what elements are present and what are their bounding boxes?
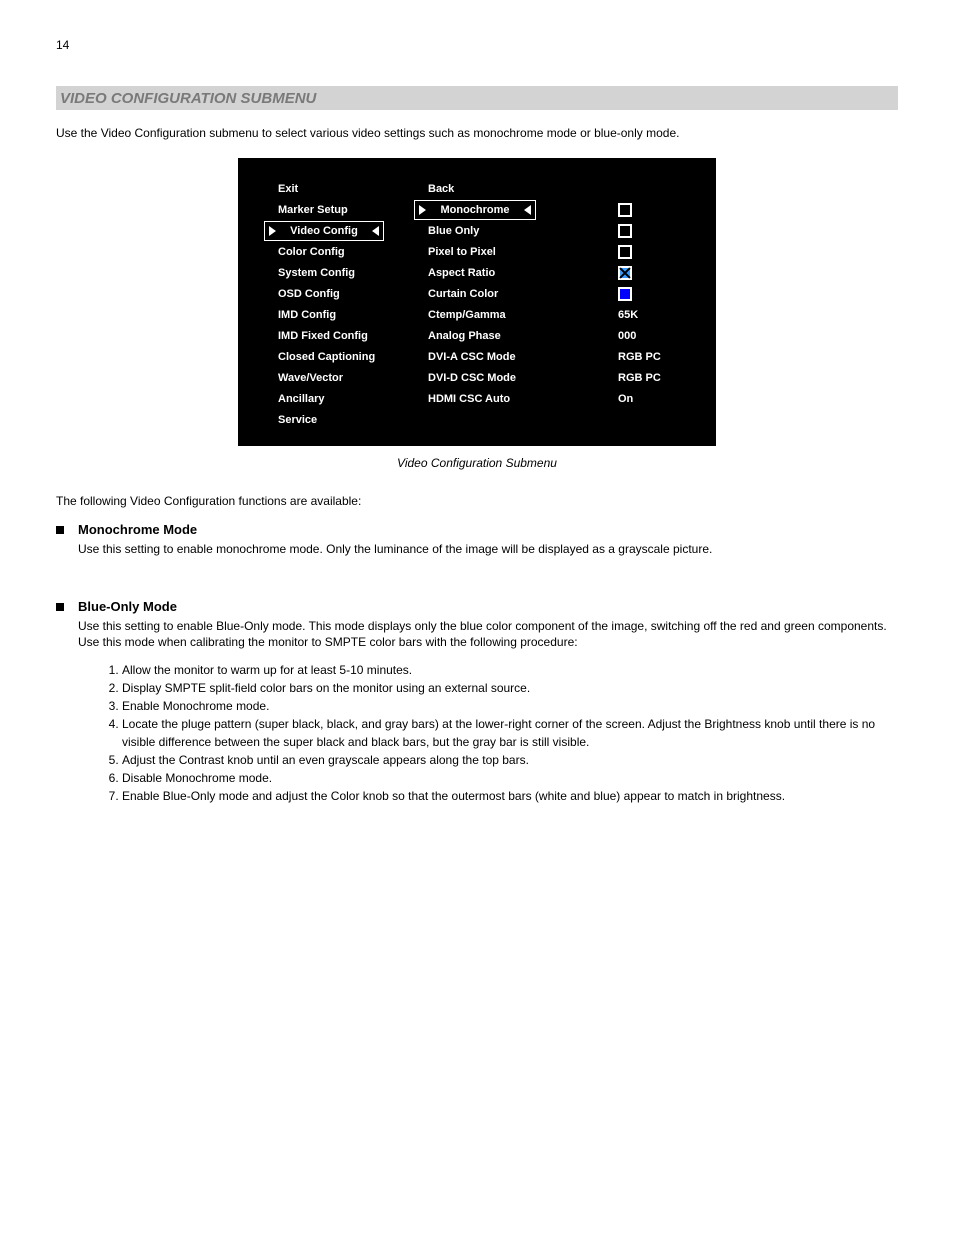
- procedure-step: Enable Blue-Only mode and adjust the Col…: [122, 787, 898, 805]
- osd-right-value: On: [618, 388, 698, 409]
- checkbox-icon: [618, 203, 632, 217]
- procedure-step: Allow the monitor to warm up for at leas…: [122, 661, 898, 679]
- osd-right-value: RGB PC: [618, 346, 698, 367]
- procedure-step: Disable Monochrome mode.: [122, 769, 898, 787]
- checkbox-checked-icon: [618, 266, 632, 280]
- osd-left-item: Wave/Vector: [278, 367, 438, 388]
- osd-mid-item: Pixel to Pixel: [428, 241, 588, 262]
- osd-mid-item: Ctemp/Gamma: [428, 304, 588, 325]
- bullet-square-icon: [56, 526, 64, 534]
- feature-item: Monochrome Mode Use this setting to enab…: [56, 522, 898, 557]
- feature-body: Use this setting to enable monochrome mo…: [78, 541, 712, 557]
- osd-left-item: Exit: [278, 178, 438, 199]
- osd-mid-item-selected: Monochrome: [428, 199, 588, 220]
- procedure-list: Allow the monitor to warm up for at leas…: [78, 661, 898, 805]
- osd-left-item: Closed Captioning: [278, 346, 438, 367]
- triangle-right-icon: [419, 205, 426, 215]
- section-title: VIDEO CONFIGURATION SUBMENU: [60, 90, 316, 107]
- osd-left-item: System Config: [278, 262, 438, 283]
- bullet-square-icon: [56, 603, 64, 611]
- lead-text: The following Video Configuration functi…: [56, 494, 898, 508]
- osd-right-value: 000: [618, 325, 698, 346]
- triangle-left-icon: [372, 226, 379, 236]
- feature-title: Blue-Only Mode: [78, 599, 898, 614]
- osd-left-item: Color Config: [278, 241, 438, 262]
- osd-mid-item: DVI-D CSC Mode: [428, 367, 588, 388]
- figure-caption: Video Configuration Submenu: [56, 456, 898, 470]
- osd-left-label: Video Config: [290, 225, 358, 237]
- procedure-step: Locate the pluge pattern (super black, b…: [122, 715, 898, 751]
- osd-mid-column: Back Monochrome Blue Only Pixel to Pixel…: [428, 178, 588, 409]
- osd-right-value: RGB PC: [618, 367, 698, 388]
- osd-left-item-selected: Video Config: [278, 220, 438, 241]
- feature-body: Use this setting to enable Blue-Only mod…: [78, 618, 898, 650]
- osd-mid-item: Curtain Color: [428, 283, 588, 304]
- osd-left-item: IMD Fixed Config: [278, 325, 438, 346]
- feature-title: Monochrome Mode: [78, 522, 712, 537]
- osd-mid-item: Aspect Ratio: [428, 262, 588, 283]
- osd-mid-item: Blue Only: [428, 220, 588, 241]
- color-swatch-blue: [618, 287, 632, 301]
- osd-right-column: 65K 000 RGB PC RGB PC On: [618, 178, 698, 409]
- osd-mid-item: DVI-A CSC Mode: [428, 346, 588, 367]
- procedure-step: Adjust the Contrast knob until an even g…: [122, 751, 898, 769]
- osd-mid-item: HDMI CSC Auto: [428, 388, 588, 409]
- procedure-step: Enable Monochrome mode.: [122, 697, 898, 715]
- checkbox-icon: [618, 245, 632, 259]
- osd-left-item: OSD Config: [278, 283, 438, 304]
- osd-right-value: 65K: [618, 304, 698, 325]
- osd-left-item: Service: [278, 409, 438, 430]
- checkbox-icon: [618, 224, 632, 238]
- intro-text: Use the Video Configuration submenu to s…: [56, 126, 898, 140]
- page-number: 14: [56, 38, 898, 52]
- procedure-step: Display SMPTE split-field color bars on …: [122, 679, 898, 697]
- triangle-right-icon: [269, 226, 276, 236]
- osd-mid-label: Monochrome: [440, 204, 509, 216]
- osd-left-item: Ancillary: [278, 388, 438, 409]
- osd-mid-item: Analog Phase: [428, 325, 588, 346]
- section-header-bar: VIDEO CONFIGURATION SUBMENU: [56, 86, 898, 110]
- triangle-left-icon: [524, 205, 531, 215]
- osd-screenshot: Exit Marker Setup Video Config Color Con…: [238, 158, 716, 446]
- osd-mid-item: Back: [428, 178, 588, 199]
- feature-item: Blue-Only Mode Use this setting to enabl…: [56, 599, 898, 816]
- osd-left-item: IMD Config: [278, 304, 438, 325]
